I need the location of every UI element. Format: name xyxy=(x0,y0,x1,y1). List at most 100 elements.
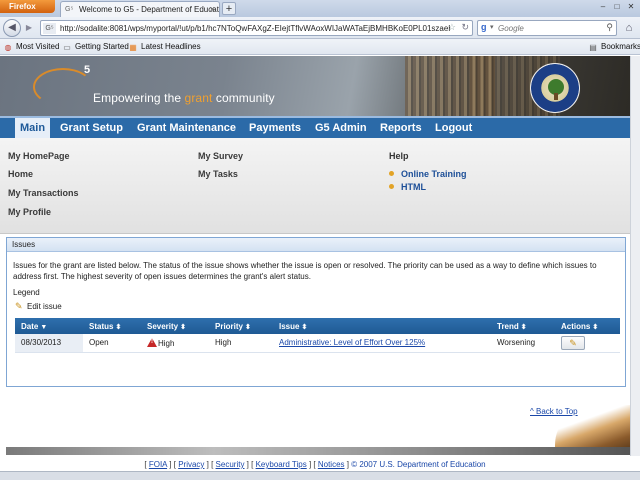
page-scrollbar[interactable] xyxy=(630,56,640,456)
nav-payments[interactable]: Payments xyxy=(249,118,301,138)
bullet-icon xyxy=(389,184,394,189)
footer-link-notices[interactable]: Notices xyxy=(318,460,345,469)
new-tab-button[interactable]: + xyxy=(222,2,236,15)
issues-panel: Issues Issues for the grant are listed b… xyxy=(6,237,626,387)
issues-description: Issues for the grant are listed below. T… xyxy=(13,261,597,281)
subnav-my-survey[interactable]: My Survey xyxy=(198,151,243,161)
cell-severity: High xyxy=(141,334,209,353)
subnav-my-tasks[interactable]: My Tasks xyxy=(198,169,238,179)
search-input[interactable] xyxy=(498,22,598,34)
footer-link-privacy[interactable]: Privacy xyxy=(178,460,204,469)
help-heading: Help xyxy=(389,151,409,161)
g5-logo: 5 xyxy=(84,64,91,76)
footer-link-foia[interactable]: FOIA xyxy=(149,460,167,469)
footer-links: [ FOIA ] [ Privacy ] [ Security ] [ Keyb… xyxy=(144,460,486,469)
footer-link-keyboard-tips[interactable]: Keyboard Tips xyxy=(256,460,307,469)
banner-tagline: Empowering the grant community xyxy=(93,91,275,105)
main-navigation: Main Grant Setup Grant Maintenance Payme… xyxy=(0,116,640,138)
search-icon[interactable]: ⚲ xyxy=(606,22,613,33)
minimize-icon[interactable]: – xyxy=(596,1,610,13)
bookmark-star-icon[interactable]: ☆ xyxy=(448,22,456,33)
close-window-icon[interactable]: ✕ xyxy=(624,1,638,13)
footer-link-security[interactable]: Security xyxy=(216,460,245,469)
sort-icon: ⬍ xyxy=(520,323,527,331)
url-text[interactable]: http://sodalite:8081/wps/myportal/!ut/p/… xyxy=(60,21,450,36)
cell-status: Open xyxy=(83,334,141,353)
nav-reports[interactable]: Reports xyxy=(380,118,422,138)
home-icon[interactable]: ⌂ xyxy=(622,21,636,35)
sort-desc-icon: ▼ xyxy=(40,323,48,331)
warning-icon xyxy=(147,337,157,347)
browser-tab[interactable]: G⁵ Welcome to G5 - Department of Educati… xyxy=(60,1,220,17)
issues-table-header: Date ▼ Status ⬍ Severity ⬍ Priority ⬍ Issue ⬍… xyxy=(15,318,620,334)
nav-grant-maintenance[interactable]: Grant Maintenance xyxy=(137,118,236,138)
column-header-actions[interactable]: Actions ⬍ xyxy=(555,318,620,334)
sort-icon: ⬍ xyxy=(301,323,308,331)
nav-main[interactable]: Main xyxy=(15,118,51,138)
page-icon: ▭ xyxy=(63,43,71,52)
cell-actions: ✎ xyxy=(555,334,620,353)
sort-icon: ⬍ xyxy=(592,323,599,331)
column-header-trend[interactable]: Trend ⬍ xyxy=(491,318,555,334)
back-to-top-link[interactable]: ^ Back to Top xyxy=(530,407,578,416)
nav-g5-admin[interactable]: G5 Admin xyxy=(315,118,367,138)
browser-statusbar xyxy=(0,471,640,480)
firefox-menu-button[interactable]: Firefox xyxy=(0,0,55,13)
issue-link[interactable]: Administrative: Level of Effort Over 125… xyxy=(279,338,425,347)
cell-trend: Worsening xyxy=(491,334,555,353)
engine-dropdown-icon[interactable]: ▾ xyxy=(490,23,494,31)
bullet-icon xyxy=(389,171,394,176)
reload-icon[interactable]: ↻ xyxy=(461,22,469,33)
column-header-date[interactable]: Date ▼ xyxy=(15,318,83,334)
column-header-severity[interactable]: Severity ⬍ xyxy=(141,318,209,334)
navigation-toolbar: ◀ ▶ G⁵ http://sodalite:8081/wps/myportal… xyxy=(0,17,640,39)
bookmark-most-visited[interactable]: ◍ Most Visited xyxy=(3,41,60,53)
footer-strip xyxy=(6,447,630,455)
tab-title: Welcome to G5 - Department of Educatio..… xyxy=(79,5,220,14)
table-row: 08/30/2013 Open High High Administrative… xyxy=(15,334,620,353)
bookmarks-menu[interactable]: ▤ Bookmarks xyxy=(588,41,640,53)
url-bar[interactable]: G⁵ http://sodalite:8081/wps/myportal/!ut… xyxy=(40,20,473,36)
forward-arrow-icon[interactable]: ▶ xyxy=(22,22,36,35)
legend-label: Legend xyxy=(13,288,40,297)
column-header-priority[interactable]: Priority ⬍ xyxy=(209,318,273,334)
legend-edit-issue: ✎ Edit issue xyxy=(15,301,62,311)
nav-grant-setup[interactable]: Grant Setup xyxy=(60,118,123,138)
column-header-status[interactable]: Status ⬍ xyxy=(83,318,141,334)
site-identity-icon[interactable]: G⁵ xyxy=(43,23,56,34)
issues-table: Date ▼ Status ⬍ Severity ⬍ Priority ⬍ Issue ⬍… xyxy=(15,318,620,353)
subnav-my-homepage[interactable]: My HomePage xyxy=(8,151,70,161)
subnav-home[interactable]: Home xyxy=(8,169,33,179)
nav-logout[interactable]: Logout xyxy=(435,118,472,138)
dept-of-education-seal-icon xyxy=(530,63,580,113)
edit-issue-button[interactable]: ✎ xyxy=(561,335,585,350)
bookmarks-folder-icon: ▤ xyxy=(589,43,597,52)
sort-icon: ⬍ xyxy=(245,323,251,331)
cell-date: 08/30/2013 xyxy=(15,334,83,353)
bookmarks-toolbar: ◍ Most Visited ▭ Getting Started ▦ Latest H… xyxy=(0,39,640,55)
browser-titlebar: Firefox G⁵ Welcome to G5 - Department of… xyxy=(0,0,640,17)
back-arrow-icon[interactable]: ◀ xyxy=(3,19,21,37)
rss-feed-icon: ▦ xyxy=(129,43,137,52)
bookmark-latest-headlines[interactable]: ▦ Latest Headlines xyxy=(128,41,200,53)
bookmark-getting-started[interactable]: ▭ Getting Started xyxy=(62,41,129,53)
g5-favicon-icon: G⁵ xyxy=(65,6,74,13)
help-online-training[interactable]: Online Training xyxy=(389,169,467,179)
column-header-issue[interactable]: Issue ⬍ xyxy=(273,318,491,334)
most-visited-icon: ◍ xyxy=(4,43,12,52)
subnav-my-profile[interactable]: My Profile xyxy=(8,207,51,217)
issues-panel-title: Issues xyxy=(7,238,625,252)
cell-priority: High xyxy=(209,334,273,353)
sub-navigation: My HomePage Home My Transactions My Prof… xyxy=(0,138,630,234)
google-engine-icon[interactable]: g xyxy=(481,22,487,32)
footer-copyright: © 2007 U.S. Department of Education xyxy=(351,460,486,469)
pencil-icon: ✎ xyxy=(569,337,577,348)
subnav-my-transactions[interactable]: My Transactions xyxy=(8,188,79,198)
pencil-icon: ✎ xyxy=(15,301,23,311)
search-bar[interactable]: g ▾ ⚲ xyxy=(477,20,617,36)
sort-icon: ⬍ xyxy=(180,323,187,331)
close-tab-icon[interactable]: × xyxy=(210,2,215,17)
cell-issue: Administrative: Level of Effort Over 125… xyxy=(273,334,491,353)
maximize-icon[interactable]: □ xyxy=(610,1,624,13)
help-html[interactable]: HTML xyxy=(389,182,426,192)
